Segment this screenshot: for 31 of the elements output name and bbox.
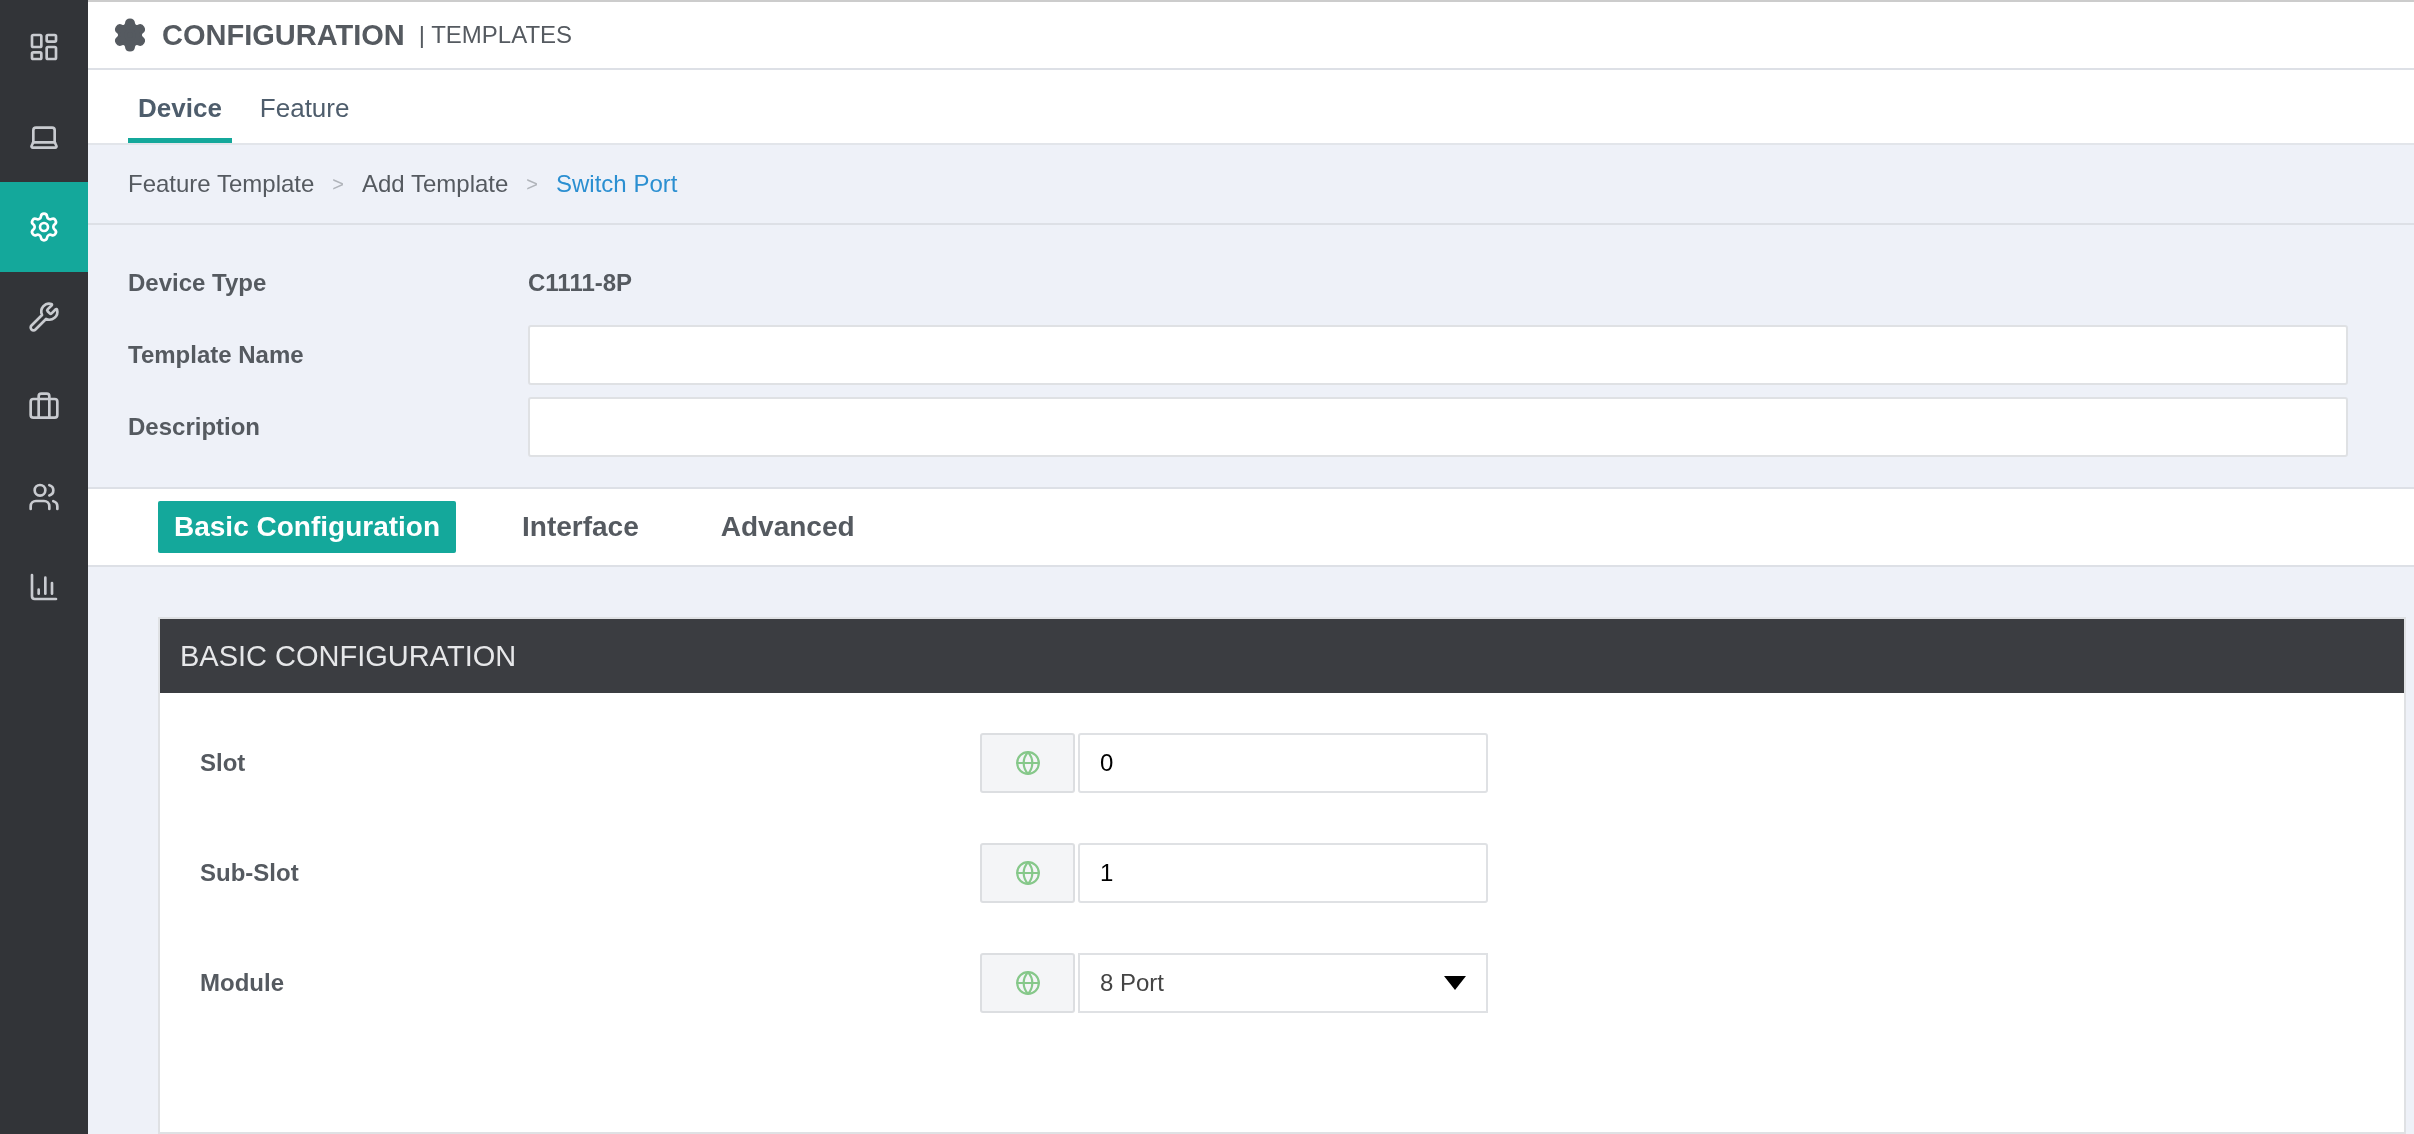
breadcrumb-separator: >: [332, 172, 344, 196]
breadcrumb-link[interactable]: Feature Template: [128, 170, 315, 198]
tab[interactable]: Advanced: [704, 501, 871, 553]
input-field[interactable]: 0: [1078, 733, 1488, 793]
input-field[interactable]: [528, 397, 2348, 457]
field-label: Template Name: [128, 341, 305, 369]
field-label: Device Type: [128, 269, 268, 297]
tab[interactable]: Feature: [249, 93, 360, 143]
input-field[interactable]: 1: [1078, 843, 1488, 903]
tab[interactable]: Device: [128, 93, 232, 143]
tab[interactable]: Interface: [506, 501, 655, 553]
dropdown[interactable]: 8 Port: [1078, 953, 1488, 1013]
caret-icon: [1444, 976, 1466, 990]
users-icon: [28, 481, 60, 513]
wrench-icon: [28, 301, 60, 333]
field-label: Module: [200, 969, 285, 997]
input-field[interactable]: [528, 325, 2348, 385]
panel-header: BASIC CONFIGURATION: [160, 619, 2404, 693]
page-title: CONFIGURATION: [162, 18, 405, 52]
dashboard-icon: [28, 31, 60, 63]
breadcrumb-separator: >: [526, 172, 539, 196]
globe-icon: [1014, 750, 1041, 776]
bar-chart-icon: [28, 571, 60, 603]
field-label: Slot: [200, 749, 247, 777]
globe-icon: [1014, 860, 1041, 886]
field-label: Description: [128, 413, 262, 441]
page-subtitle: | TEMPLATES: [418, 21, 573, 49]
field-label: Sub-Slot: [200, 859, 300, 887]
globe-icon: [1014, 970, 1041, 996]
field-value: C1111-8P: [528, 269, 634, 297]
breadcrumb-link[interactable]: Add Template: [362, 170, 509, 198]
